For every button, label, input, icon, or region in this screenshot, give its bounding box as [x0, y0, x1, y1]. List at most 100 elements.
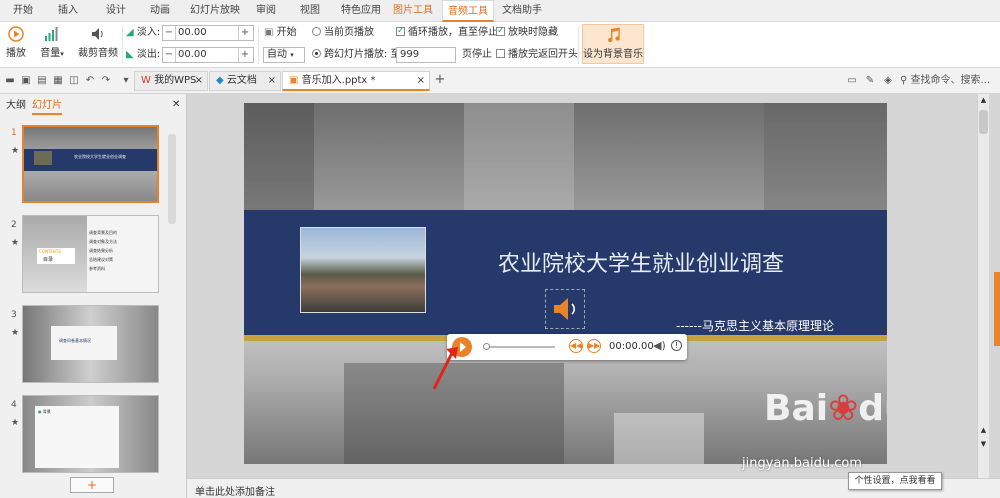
save-icon[interactable]: ▣ [20, 75, 32, 87]
chevron-up-icon[interactable]: ▲ [979, 426, 988, 434]
print-icon[interactable]: ▦ [52, 75, 64, 87]
minus-icon[interactable]: − [163, 26, 175, 40]
across-slides-option[interactable]: 跨幻灯片播放: 至 [312, 48, 401, 62]
fade-out-icon: ◣ [126, 49, 134, 60]
preview-icon[interactable]: ◫ [68, 75, 80, 87]
slide-number: 4 [11, 400, 17, 410]
tab-my-wps[interactable]: W 我的WPS × [134, 71, 208, 91]
thumb-contents: CONTENTS [39, 249, 61, 254]
slide-thumbnail-4[interactable]: ● 背景 [22, 395, 159, 473]
thumb-menu-label: 目录 [43, 257, 54, 263]
search-box[interactable]: ⚲ 查找命令、搜索... [900, 74, 990, 88]
pin-icon[interactable]: ✎ [864, 75, 876, 87]
info-icon[interactable]: ! [671, 340, 682, 351]
close-icon[interactable]: × [417, 72, 425, 90]
notes-placeholder[interactable]: 单击此处添加备注 [195, 483, 275, 498]
slide-thumbnail-3[interactable]: 调查问卷基本情况 [22, 305, 159, 383]
start-select[interactable]: 自动 ▾ [263, 47, 305, 63]
close-icon[interactable]: ✕ [172, 98, 180, 112]
current-page-option[interactable]: 当前页播放 [312, 26, 374, 40]
stop-page-input[interactable]: 999 [396, 47, 456, 63]
redo-icon[interactable]: ↷ [100, 75, 112, 87]
tab-insert[interactable]: 插入 [48, 0, 88, 22]
start-value[interactable]: 自动 [267, 49, 287, 60]
tab-special[interactable]: 特色应用 [336, 0, 386, 22]
slides-tab[interactable]: 幻灯片 [32, 99, 62, 115]
scroll-thumb[interactable] [979, 110, 988, 134]
slide-subtitle[interactable]: ------马克思主义基本原理理论 [676, 317, 834, 334]
plus-icon[interactable]: + [239, 48, 251, 62]
radio-icon[interactable] [312, 27, 321, 36]
slide-canvas[interactable]: 农业院校大学生就业创业调查 ------马克思主义基本原理理论 ◀◀ ▶▶ 00… [244, 103, 887, 464]
skin-icon[interactable]: ◈ [882, 75, 894, 87]
tab-review[interactable]: 审阅 [250, 0, 282, 22]
tab-animation[interactable]: 动画 [140, 0, 180, 22]
thumb-heading-text: 背景 [42, 409, 51, 414]
set-background-music-button[interactable]: 设为背景音乐 [582, 24, 644, 64]
close-icon[interactable]: × [195, 72, 203, 90]
slide-thumbnail-1[interactable]: 农业院校大学生就业创业调查 [22, 125, 159, 203]
fast-forward-icon[interactable]: ▶▶ [587, 339, 601, 353]
fade-in-stepper[interactable]: −00.00 + [162, 25, 254, 41]
rewind-checkbox[interactable]: 播放完返回开头 [496, 48, 578, 62]
loop-checkbox[interactable]: 循环播放，直至停止 [396, 24, 498, 40]
group-photo[interactable] [300, 227, 426, 313]
tab-design[interactable]: 设计 [96, 0, 136, 22]
fade-in-value[interactable]: 00.00 [175, 26, 239, 40]
checkbox-checked-icon[interactable] [496, 24, 505, 38]
volume-icon[interactable]: ◀) [653, 339, 666, 352]
tab-current-doc[interactable]: ▣ 音乐加入.pptx * × [282, 71, 430, 91]
volume-button[interactable]: 音量▾ [36, 26, 68, 59]
export-icon[interactable]: ▤ [36, 75, 48, 87]
side-panel-handle[interactable] [994, 272, 1000, 346]
tab-doc-helper[interactable]: 文档助手 [500, 0, 544, 22]
wps-logo-icon: W [141, 75, 151, 86]
chevron-down-icon[interactable]: ▼ [979, 440, 988, 448]
radio-selected-icon[interactable] [312, 49, 321, 58]
checkbox-icon[interactable] [496, 49, 505, 58]
tab-audio-tools[interactable]: 音频工具 [442, 0, 494, 22]
play-button[interactable]: 播放 [4, 26, 28, 59]
building-shape [614, 413, 704, 464]
panel-scrollbar[interactable] [168, 134, 176, 224]
star-icon: ★ [11, 146, 20, 156]
tab-cloud-docs[interactable]: ◆ 云文档 × [209, 71, 281, 91]
close-icon[interactable]: × [268, 72, 276, 90]
message-icon[interactable]: ▭ [846, 75, 858, 87]
chevron-down-icon[interactable]: ▾ [120, 75, 132, 87]
thumb-photo [34, 151, 52, 165]
chevron-up-icon[interactable]: ▲ [979, 96, 988, 104]
trim-audio-button[interactable]: 裁剪音频 [78, 26, 118, 59]
divider [122, 26, 123, 64]
menu-tab-bar: 开始 插入 设计 动画 幻灯片放映 审阅 视图 特色应用 图片工具 音频工具 文… [0, 0, 1000, 22]
current-doc-label: 音乐加入.pptx * [301, 75, 376, 86]
search-icon: ⚲ [900, 75, 908, 86]
minus-icon[interactable]: − [163, 48, 175, 62]
stop-page-value[interactable]: 999 [400, 49, 419, 60]
volume-bars-icon [45, 27, 58, 41]
audio-object[interactable] [545, 289, 585, 329]
tab-slideshow[interactable]: 幻灯片放映 [184, 0, 246, 22]
thumb-toc: 调查背景及目的 调查对象及方法 调查结果分析 总结建议对策 参考资料 [89, 228, 117, 273]
hide-checkbox[interactable]: 放映时隐藏 [496, 24, 558, 40]
tab-picture-tools[interactable]: 图片工具 [390, 0, 436, 22]
new-tab-plus-icon[interactable]: + [434, 73, 446, 86]
fade-out-value[interactable]: 00.00 [175, 48, 239, 62]
speaker-icon [92, 28, 103, 40]
tab-view[interactable]: 视图 [294, 0, 326, 22]
cloud-icon: ◆ [216, 75, 224, 86]
vertical-scrollbar[interactable]: ▲ ▲ ▼ [977, 94, 989, 478]
undo-icon[interactable]: ↶ [84, 75, 96, 87]
plus-icon[interactable]: + [239, 26, 251, 40]
fade-out-stepper[interactable]: −00.00 + [162, 47, 254, 63]
open-folder-icon[interactable]: ▬ [4, 75, 16, 87]
slide-title[interactable]: 农业院校大学生就业创业调查 [498, 246, 784, 278]
outline-tab[interactable]: 大纲 [6, 99, 26, 113]
rewind-icon[interactable]: ◀◀ [569, 339, 583, 353]
slide-thumbnail-2[interactable]: CONTENTS 目录 调查背景及目的 调查对象及方法 调查结果分析 总结建议对… [22, 215, 159, 293]
checkbox-checked-icon[interactable] [396, 24, 405, 38]
add-slide-button[interactable]: + [70, 477, 114, 493]
progress-thumb[interactable] [483, 343, 490, 350]
progress-track[interactable] [485, 346, 555, 348]
tab-home[interactable]: 开始 [4, 0, 42, 22]
